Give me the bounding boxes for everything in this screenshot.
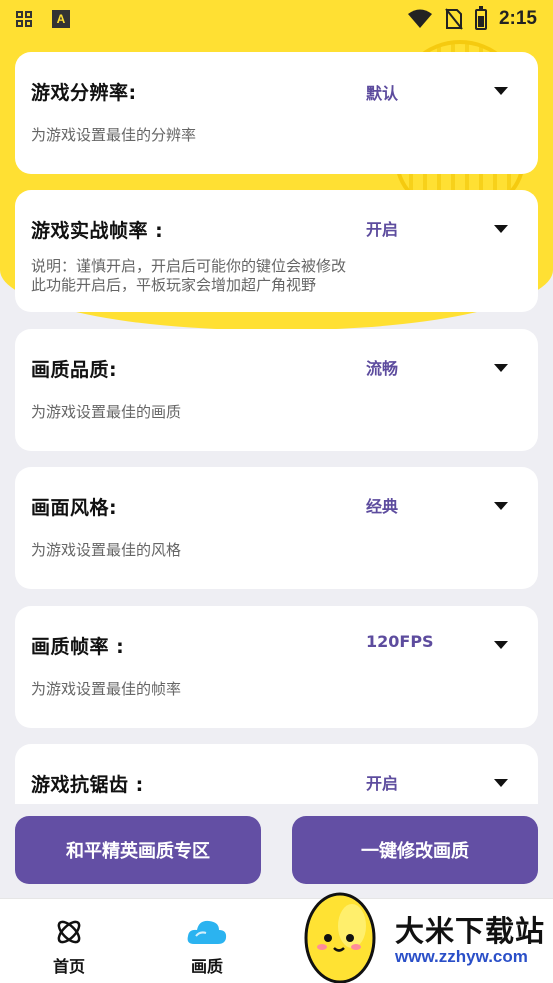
mascot-icon <box>304 892 376 983</box>
setting-description: 为游戏设置最佳的分辨率 <box>31 126 197 144</box>
setting-title: 游戏实战帧率 : <box>31 220 164 242</box>
grid-icon <box>16 11 32 27</box>
status-bar: A 2:15 <box>0 0 553 38</box>
tab-quality[interactable]: 画质 <box>167 915 247 977</box>
setting-card-resolution[interactable]: 游戏分辨率: 默认 为游戏设置最佳的分辨率 <box>15 52 538 174</box>
dropdown-caret-icon[interactable] <box>494 502 508 510</box>
setting-description: 为游戏设置最佳的风格 <box>31 541 182 559</box>
setting-title: 画质品质: <box>31 359 118 381</box>
setting-description: 为游戏设置最佳的画质 <box>31 403 182 421</box>
setting-value[interactable]: 经典 <box>366 493 398 517</box>
status-time: 2:15 <box>498 8 537 29</box>
tab-quality-label: 画质 <box>190 957 223 976</box>
setting-value[interactable]: 流畅 <box>366 355 398 379</box>
no-sim-icon <box>445 8 463 30</box>
setting-description: 为游戏设置最佳的帧率 <box>31 680 182 698</box>
app-a-icon: A <box>52 10 70 28</box>
setting-title: 画面风格: <box>31 497 118 519</box>
cloud-icon <box>187 920 227 944</box>
watermark-name: 大米下载站 <box>395 914 546 948</box>
setting-card-graphics-quality[interactable]: 画质品质: 流畅 为游戏设置最佳的画质 <box>15 329 538 451</box>
dropdown-caret-icon[interactable] <box>494 364 508 372</box>
setting-card-combat-framerate[interactable]: 游戏实战帧率 : 开启 说明：谨慎开启，开启后可能你的键位会被修改 此功能开启后… <box>15 190 538 312</box>
dropdown-caret-icon[interactable] <box>494 779 508 787</box>
tab-home[interactable]: 首页 <box>29 915 109 977</box>
dropdown-caret-icon[interactable] <box>494 641 508 649</box>
setting-value[interactable]: 120FPS <box>366 632 434 651</box>
tab-home-label: 首页 <box>52 957 85 976</box>
one-click-modify-button[interactable]: 一键修改画质 <box>292 816 538 884</box>
watermark-url: www.zzhyw.com <box>395 947 528 966</box>
wifi-icon <box>407 9 432 28</box>
orbit-icon <box>57 920 81 944</box>
site-watermark: 大米下载站 www.zzhyw.com <box>300 886 553 983</box>
setting-card-framerate[interactable]: 画质帧率 : 120FPS 为游戏设置最佳的帧率 <box>15 606 538 728</box>
setting-title: 游戏分辨率: <box>31 82 137 104</box>
setting-description-line-2: 此功能开启后，平板玩家会增加超广角视野 <box>31 276 317 294</box>
setting-value[interactable]: 开启 <box>366 770 398 794</box>
setting-card-visual-style[interactable]: 画面风格: 经典 为游戏设置最佳的风格 <box>15 467 538 589</box>
setting-value[interactable]: 默认 <box>366 80 398 104</box>
setting-title: 游戏抗锯齿 : <box>31 774 144 796</box>
dropdown-caret-icon[interactable] <box>494 87 508 95</box>
battery-charging-icon <box>474 5 487 30</box>
setting-description-line-1: 说明：谨慎开启，开启后可能你的键位会被修改 <box>31 257 347 275</box>
setting-value[interactable]: 开启 <box>366 216 398 240</box>
setting-title: 画质帧率 : <box>31 636 125 658</box>
pubg-quality-zone-button[interactable]: 和平精英画质专区 <box>15 816 261 884</box>
dropdown-caret-icon[interactable] <box>494 225 508 233</box>
